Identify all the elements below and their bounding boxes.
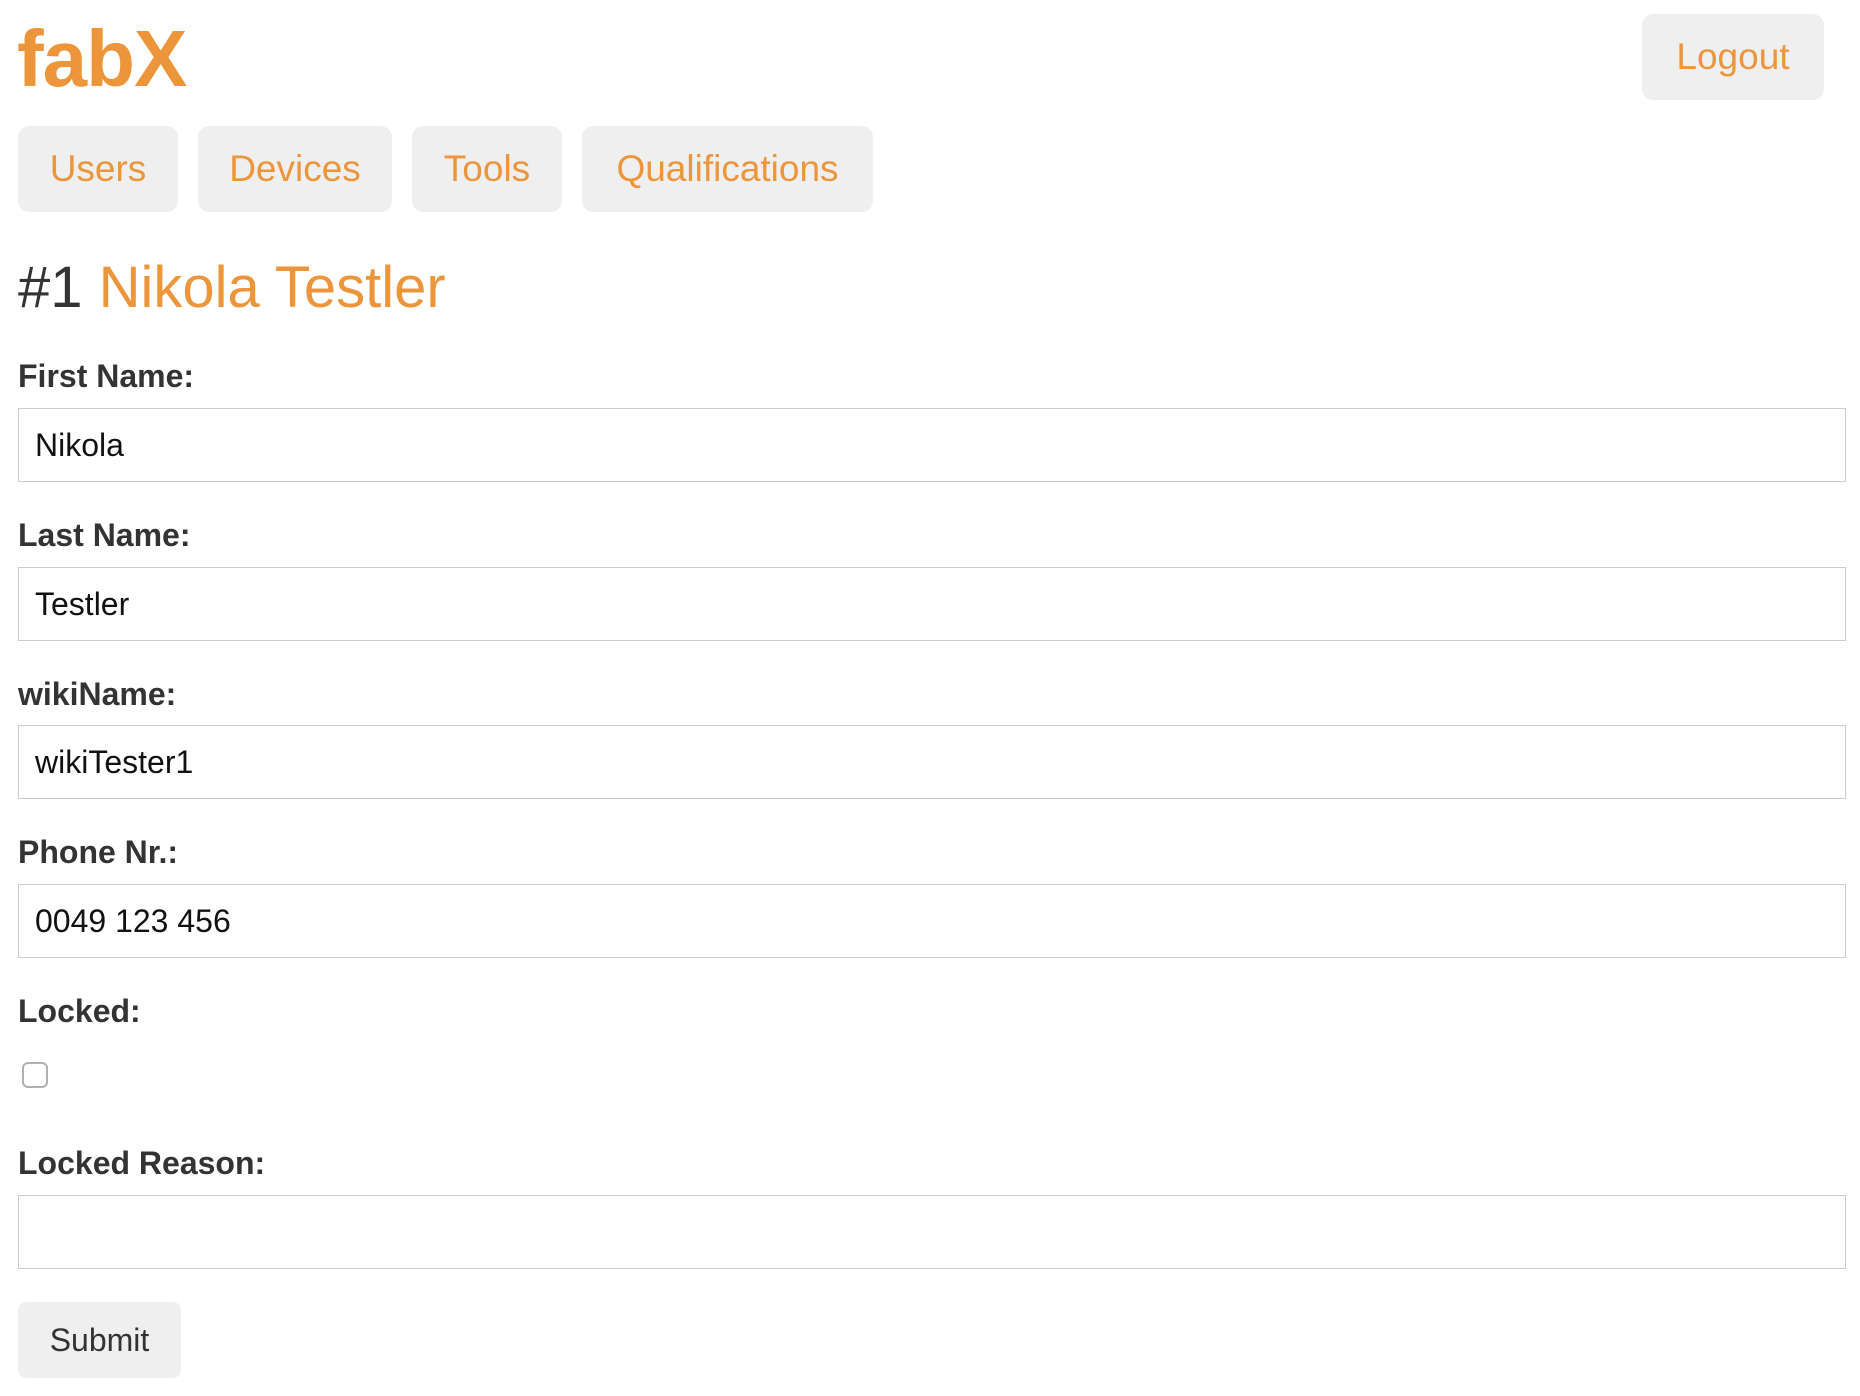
logout-button[interactable]: Logout — [1642, 14, 1824, 100]
user-id: #1 — [18, 255, 83, 320]
last-name-label: Last Name: — [18, 517, 191, 553]
last-name-input[interactable]: Testler — [18, 567, 1846, 641]
first-name-label: First Name: — [18, 358, 195, 394]
phone-label: Phone Nr.: — [18, 834, 179, 870]
submit-button[interactable]: Submit — [18, 1302, 181, 1378]
locked-reason-label: Locked Reason: — [18, 1145, 266, 1181]
locked-label: Locked: — [18, 993, 141, 1029]
wiki-name-label: wikiName: — [18, 676, 177, 712]
phone-input[interactable]: 0049 123 456 — [18, 884, 1846, 958]
app-logo: fabX — [17, 14, 187, 103]
locked-reason-input[interactable] — [18, 1195, 1846, 1269]
nav-devices-button[interactable]: Devices — [198, 126, 392, 212]
nav-users-button[interactable]: Users — [18, 126, 178, 212]
user-name-link[interactable]: Nikola Testler — [99, 255, 446, 320]
page-title: #1 Nikola Testler — [18, 252, 446, 324]
nav-tools-button[interactable]: Tools — [412, 126, 562, 212]
first-name-input[interactable]: Nikola — [18, 408, 1846, 482]
wiki-name-input[interactable]: wikiTester1 — [18, 725, 1846, 799]
locked-checkbox[interactable] — [22, 1062, 48, 1088]
nav-qualifications-button[interactable]: Qualifications — [582, 126, 873, 212]
